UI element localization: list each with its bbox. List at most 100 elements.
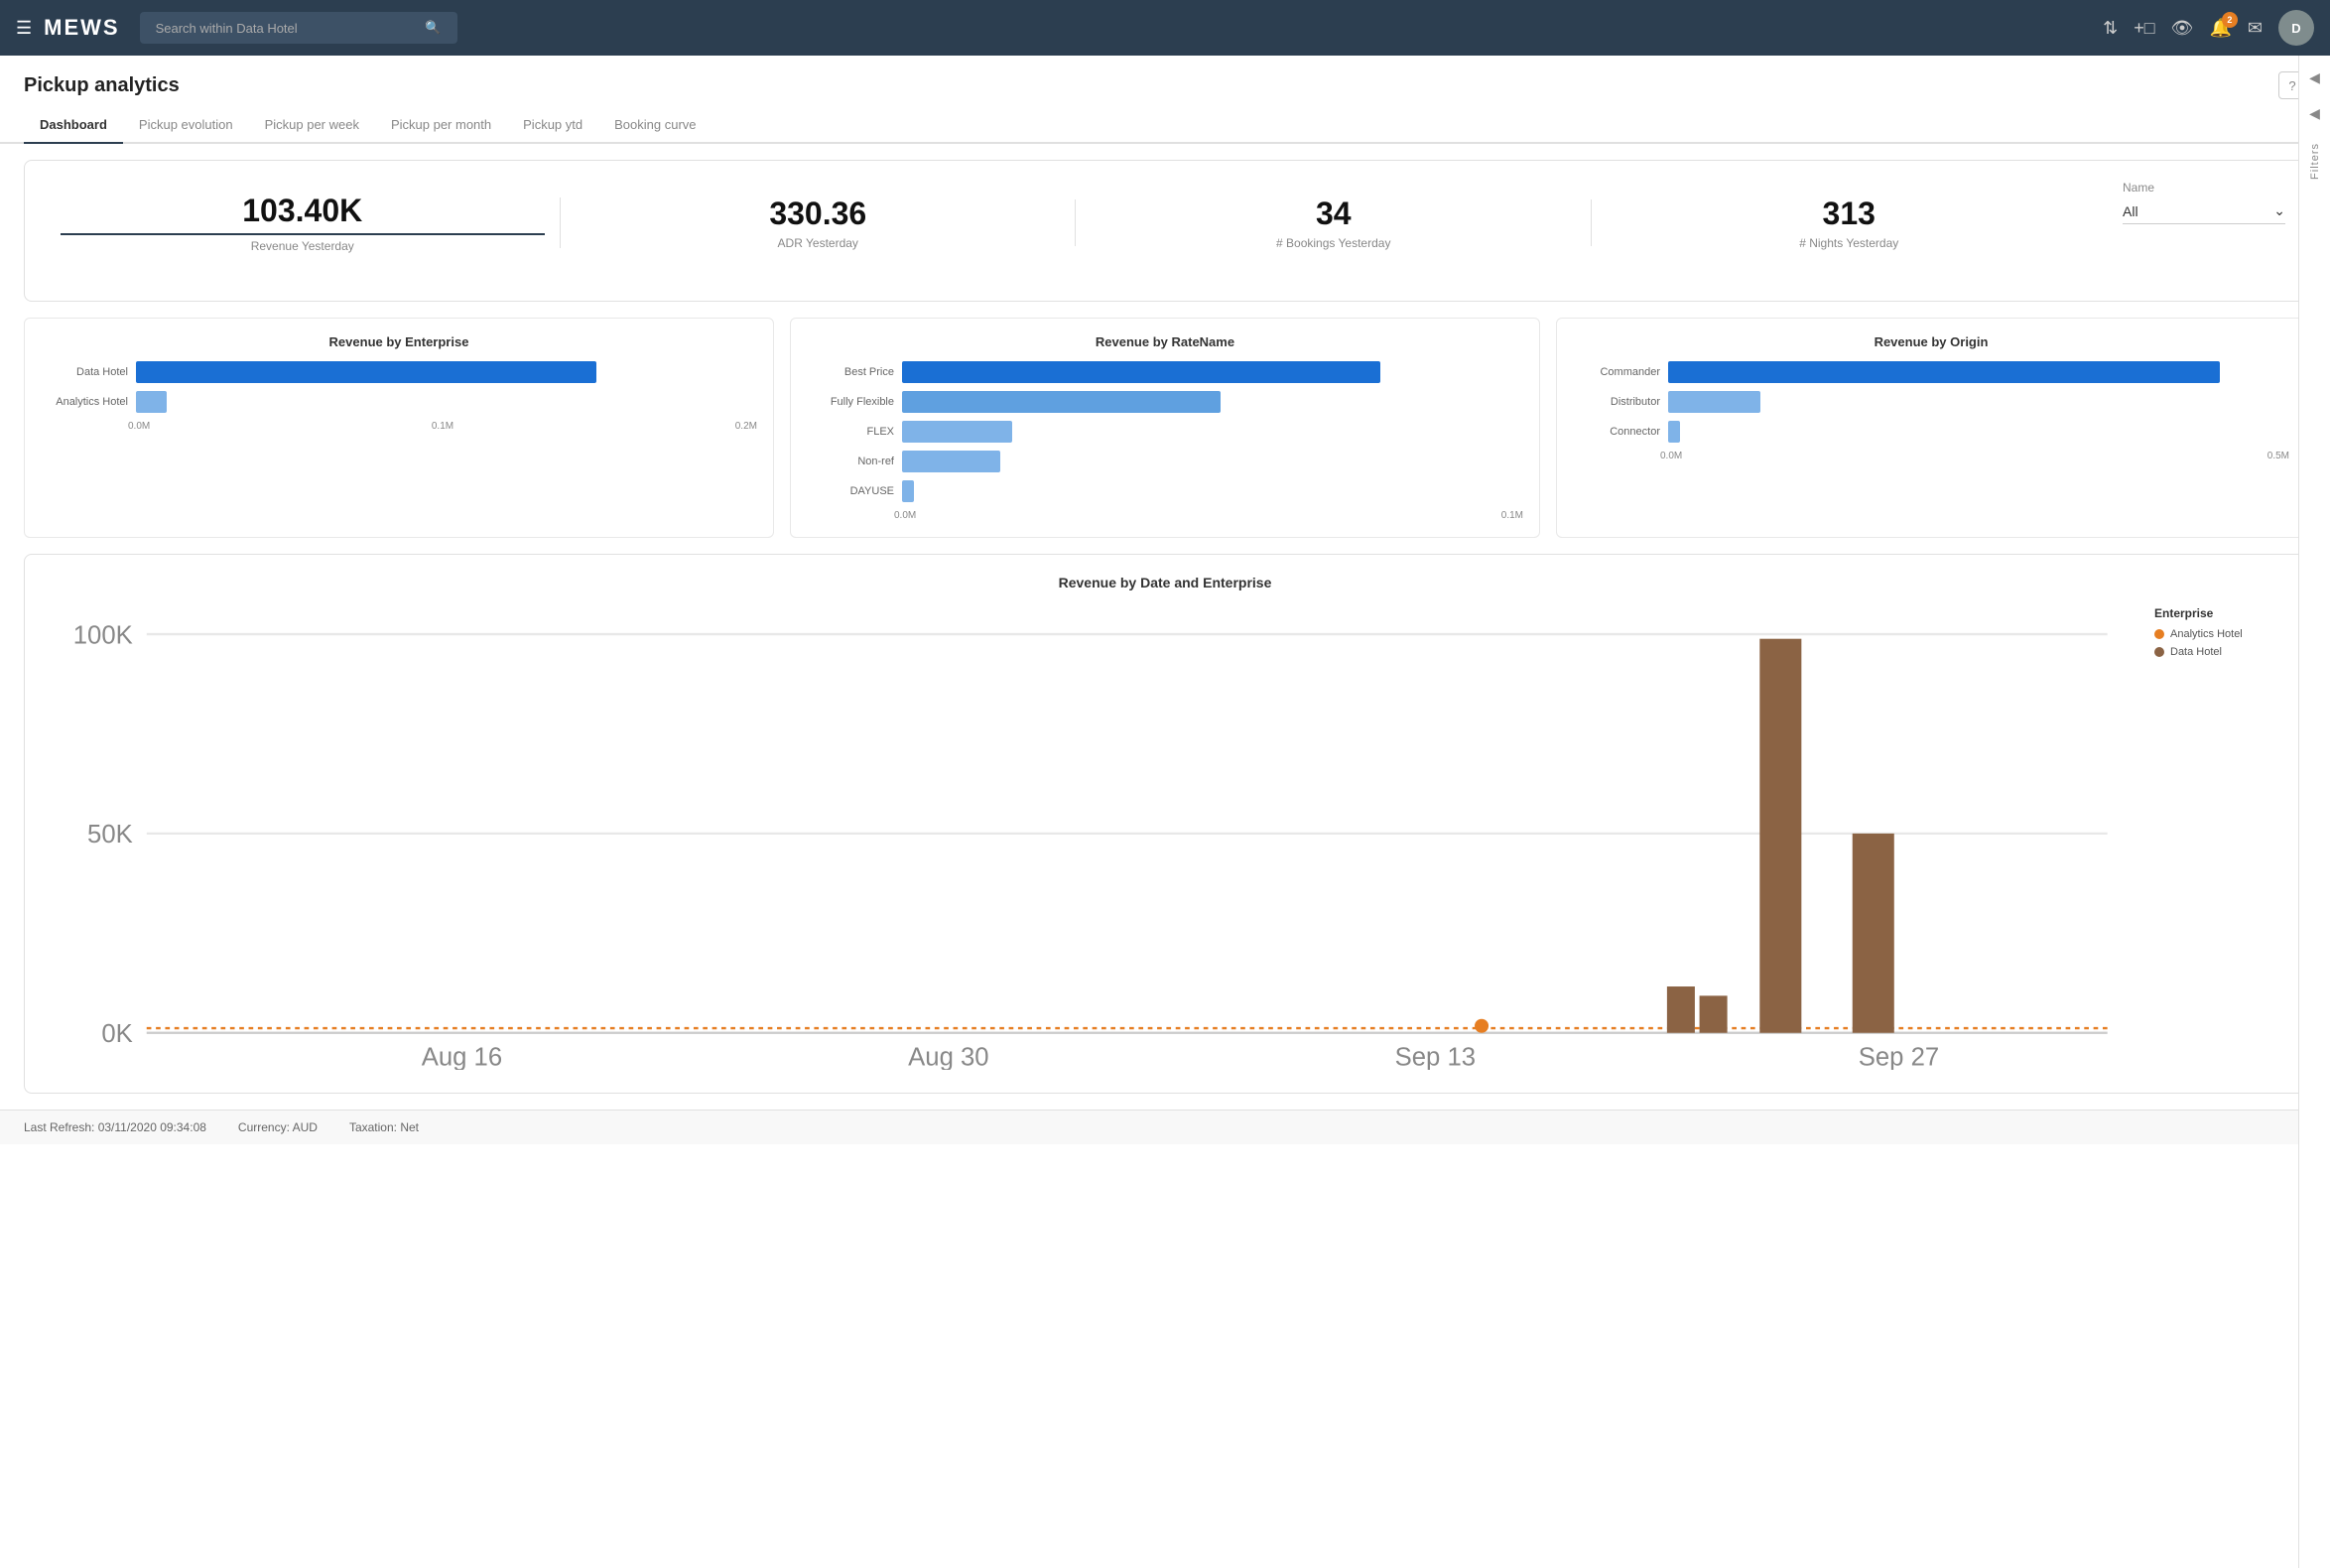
- tab-pickup-per-month[interactable]: Pickup per month: [375, 107, 507, 144]
- bar-label: FLEX: [815, 426, 894, 438]
- filters-label[interactable]: Filters: [2309, 143, 2321, 180]
- dot-analytics-hotel: [1475, 1019, 1489, 1033]
- bar-row: Distributor: [1581, 391, 2281, 413]
- chevron-down-icon: ⌄: [2273, 202, 2285, 219]
- legend-dot-data: [2154, 647, 2164, 657]
- bar-track: [902, 361, 1515, 383]
- name-filter-select[interactable]: All ⌄: [2123, 198, 2285, 224]
- bottom-chart-main: 100K 50K 0K: [45, 606, 2131, 1073]
- notification-badge: 2: [2222, 12, 2238, 28]
- search-input[interactable]: [156, 21, 418, 36]
- kpi-value: 103.40K: [61, 193, 545, 235]
- collapse-button[interactable]: ◀: [2301, 64, 2329, 91]
- bar-label: Fully Flexible: [815, 396, 894, 408]
- search-box: 🔍: [140, 12, 457, 44]
- bar-fill: [1668, 421, 1680, 443]
- enterprise-chart: Revenue by Enterprise Data Hotel Analyti…: [24, 318, 774, 538]
- bar-fill: [902, 451, 1000, 472]
- bar-data-hotel-4: [1700, 995, 1728, 1032]
- kpi-row: 103.40K Revenue Yesterday 330.36 ADR Yes…: [45, 181, 2107, 265]
- tab-pickup-evolution[interactable]: Pickup evolution: [123, 107, 249, 144]
- kpi-item-2: 34 # Bookings Yesterday: [1076, 184, 1592, 262]
- ratename-chart: Revenue by RateName Best Price Fully Fle…: [790, 318, 1540, 538]
- bar-data-hotel-2: [1853, 834, 1894, 1033]
- kpi-value: 34: [1092, 196, 1576, 232]
- bar-fill: [902, 391, 1221, 413]
- bar-fill: [136, 361, 596, 383]
- side-panel: ◀ ◀ Filters: [2298, 56, 2330, 1568]
- bar-label: Distributor: [1581, 396, 1660, 408]
- bar-track: [902, 421, 1515, 443]
- bar-data-hotel: [1759, 639, 1801, 1033]
- bar-fill: [1668, 361, 2220, 383]
- bar-row: Data Hotel: [49, 361, 749, 383]
- kpi-label: Revenue Yesterday: [61, 239, 545, 253]
- notification-icon[interactable]: 🔔 2: [2209, 18, 2231, 39]
- tabs: DashboardPickup evolutionPickup per week…: [0, 107, 2330, 144]
- page-header: Pickup analytics ?: [0, 56, 2330, 99]
- svg-text:100K: 100K: [73, 621, 133, 649]
- ratename-bar-area: Best Price Fully Flexible FLEX: [807, 361, 1523, 502]
- bar-fill: [902, 361, 1380, 383]
- avatar[interactable]: D: [2278, 10, 2314, 46]
- taxation: Taxation: Net: [349, 1120, 419, 1134]
- hamburger-icon[interactable]: ☰: [16, 18, 32, 39]
- chart-legend: Enterprise Analytics Hotel Data Hotel: [2146, 606, 2285, 1073]
- origin-chart-title: Revenue by Origin: [1573, 334, 2289, 349]
- legend-item-analytics: Analytics Hotel: [2154, 628, 2285, 640]
- tab-booking-curve[interactable]: Booking curve: [598, 107, 712, 144]
- tab-pickup-per-week[interactable]: Pickup per week: [249, 107, 375, 144]
- eye-icon[interactable]: 👁: [2171, 18, 2194, 39]
- logo: MEWS: [44, 15, 119, 41]
- name-filter-value: All: [2123, 203, 2138, 219]
- bar-label: Connector: [1581, 426, 1660, 438]
- bar-fill: [136, 391, 167, 413]
- bar-fill: [902, 480, 914, 502]
- legend-label-analytics: Analytics Hotel: [2170, 628, 2243, 640]
- mail-icon[interactable]: ✉: [2248, 18, 2263, 39]
- bar-row: Fully Flexible: [815, 391, 1515, 413]
- bar-data-hotel-3: [1667, 986, 1695, 1033]
- date-enterprise-svg: 100K 50K 0K: [45, 606, 2131, 1070]
- bar-row: Connector: [1581, 421, 2281, 443]
- legend-dot-analytics: [2154, 629, 2164, 639]
- topnav-icons: ⇅ +□ 👁 🔔 2 ✉ D: [2103, 10, 2314, 46]
- bar-row: DAYUSE: [815, 480, 1515, 502]
- kpi-label: ADR Yesterday: [577, 236, 1061, 250]
- x-axis: 0.0M 0.1M: [807, 510, 1523, 521]
- bar-track: [136, 391, 749, 413]
- kpi-card: 103.40K Revenue Yesterday 330.36 ADR Yes…: [24, 160, 2306, 302]
- bar-label: Best Price: [815, 366, 894, 378]
- kpi-value: 313: [1608, 196, 2092, 232]
- origin-chart: Revenue by Origin Commander Distributor: [1556, 318, 2306, 538]
- expand-button[interactable]: ◀: [2301, 99, 2329, 127]
- kpi-item-1: 330.36 ADR Yesterday: [561, 184, 1077, 262]
- sort-icon[interactable]: ⇅: [2103, 18, 2118, 39]
- add-icon[interactable]: +□: [2134, 18, 2154, 39]
- bar-row: Best Price: [815, 361, 1515, 383]
- legend-label-data: Data Hotel: [2170, 646, 2222, 658]
- kpi-label: # Nights Yesterday: [1608, 236, 2092, 250]
- bar-row: Analytics Hotel: [49, 391, 749, 413]
- enterprise-bar-area: Data Hotel Analytics Hotel: [41, 361, 757, 413]
- bar-track: [902, 451, 1515, 472]
- topnav: ☰ MEWS 🔍 ⇅ +□ 👁 🔔 2 ✉ D: [0, 0, 2330, 56]
- tab-dashboard[interactable]: Dashboard: [24, 107, 123, 144]
- date-enterprise-chart: Revenue by Date and Enterprise 100K 50K …: [24, 554, 2306, 1094]
- bar-label: Analytics Hotel: [49, 396, 128, 408]
- last-refresh: Last Refresh: 03/11/2020 09:34:08: [24, 1120, 206, 1134]
- svg-text:Sep 27: Sep 27: [1859, 1043, 1939, 1070]
- bar-fill: [902, 421, 1012, 443]
- bar-fill: [1668, 391, 1760, 413]
- bar-track: [1668, 361, 2281, 383]
- bar-label: Non-ref: [815, 456, 894, 467]
- ratename-chart-title: Revenue by RateName: [807, 334, 1523, 349]
- kpi-label: # Bookings Yesterday: [1092, 236, 1576, 250]
- bar-track: [902, 391, 1515, 413]
- bar-label: Commander: [1581, 366, 1660, 378]
- name-filter: Name All ⌄: [2107, 181, 2285, 224]
- svg-text:50K: 50K: [87, 821, 133, 849]
- date-enterprise-title: Revenue by Date and Enterprise: [45, 575, 2285, 590]
- tab-pickup-ytd[interactable]: Pickup ytd: [507, 107, 598, 144]
- kpi-item-3: 313 # Nights Yesterday: [1592, 184, 2108, 262]
